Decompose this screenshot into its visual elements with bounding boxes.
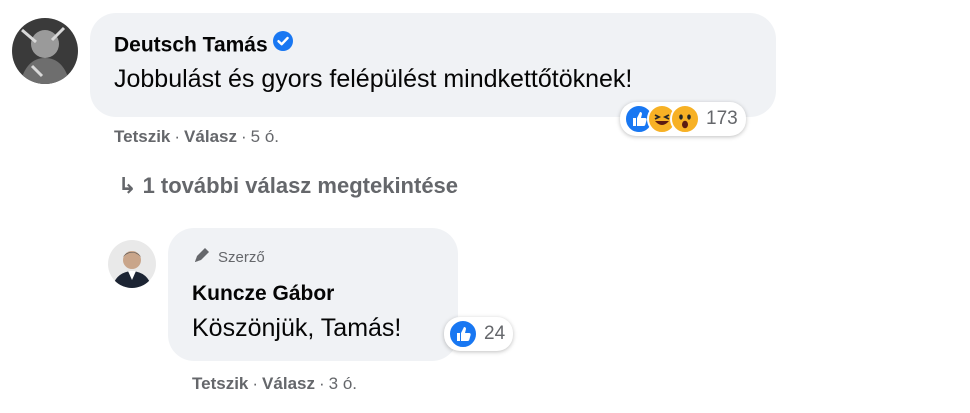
reply-text: Köszönjük, Tamás! bbox=[192, 314, 402, 342]
reply-arrow-icon: ↳ bbox=[118, 173, 137, 198]
comment-reactions[interactable]: 173 bbox=[620, 102, 746, 136]
reaction-count: 24 bbox=[484, 323, 506, 344]
like-action[interactable]: Tetszik bbox=[114, 127, 170, 146]
view-more-replies[interactable]: ↳ 1 további válasz megtekintése bbox=[118, 173, 458, 199]
reaction-count: 173 bbox=[706, 108, 738, 129]
reply-time[interactable]: 3 ó. bbox=[329, 374, 357, 393]
comment-time[interactable]: 5 ó. bbox=[251, 127, 279, 146]
pen-icon bbox=[192, 245, 212, 269]
like-reaction-icon bbox=[448, 319, 478, 349]
comment-text: Jobbulást és gyors felépülést mindkettőt… bbox=[114, 65, 633, 93]
reply-author[interactable]: Kuncze Gábor bbox=[192, 282, 334, 306]
reply-actions: Tetszik · Válasz · 3 ó. bbox=[192, 374, 358, 393]
comment-actions: Tetszik · Válasz · 5 ó. bbox=[114, 127, 280, 146]
reply-action[interactable]: Válasz bbox=[184, 127, 237, 146]
reply-author-avatar[interactable] bbox=[108, 240, 156, 288]
verified-badge-icon bbox=[272, 31, 293, 57]
reply-action[interactable]: Válasz bbox=[262, 374, 315, 393]
reply-bubble: Szerző Kuncze Gábor Köszönjük, Tamás! bbox=[168, 228, 458, 361]
reply-reactions[interactable]: 24 bbox=[444, 317, 514, 351]
comment-author[interactable]: Deutsch Tamás bbox=[114, 31, 293, 59]
author-badge: Szerző bbox=[192, 245, 265, 269]
commenter-avatar[interactable] bbox=[12, 18, 78, 84]
like-action[interactable]: Tetszik bbox=[192, 374, 248, 393]
wow-reaction-icon bbox=[670, 104, 700, 134]
